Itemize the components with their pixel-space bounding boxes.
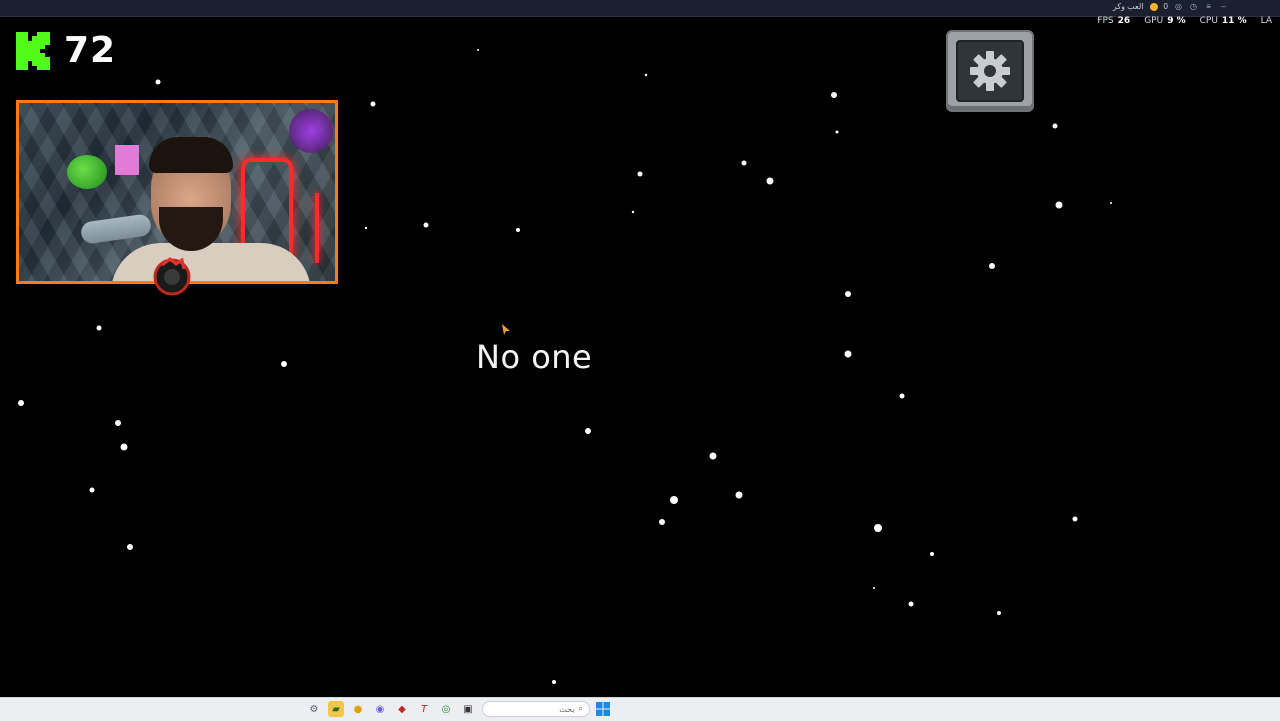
taskbar-icons: ⚙ ▰ ● ◉ ◆ T ◎ ▣: [306, 701, 476, 717]
gpu-value: 9 %: [1167, 16, 1186, 26]
star: [835, 130, 839, 134]
fps-stat: FPS 26: [1097, 16, 1130, 26]
star: [1110, 202, 1112, 204]
star: [281, 361, 287, 367]
star: [423, 222, 429, 228]
windows-start-icon[interactable]: [596, 702, 610, 716]
star: [899, 393, 905, 399]
webcam-badge-icon: [153, 257, 191, 296]
discord-icon[interactable]: ◉: [372, 701, 388, 717]
cpu-value: 11 %: [1221, 16, 1247, 26]
star: [766, 177, 774, 185]
star: [516, 228, 520, 232]
star: [637, 171, 643, 177]
game-icon[interactable]: ◆: [394, 701, 410, 717]
star: [930, 552, 934, 556]
text-icon[interactable]: T: [416, 701, 432, 717]
star: [127, 544, 133, 550]
cpu-stat: CPU 11 %: [1200, 16, 1247, 26]
star: [155, 79, 161, 85]
star: [96, 325, 102, 331]
star: [89, 487, 95, 493]
lag-stat: LA: [1261, 16, 1272, 26]
wall-poster: [115, 145, 139, 175]
streamer-body: [111, 243, 311, 281]
search-icon: ⌕: [578, 704, 583, 713]
coin-icon[interactable]: ●: [350, 701, 366, 717]
window-icon[interactable]: ▣: [460, 701, 476, 717]
gpu-stat: GPU 9 %: [1144, 16, 1185, 26]
star: [552, 680, 556, 684]
lag-label: LA: [1260, 16, 1272, 26]
star: [1072, 516, 1078, 522]
star: [585, 428, 591, 434]
star: [741, 160, 747, 166]
star: [1055, 201, 1063, 209]
star: [874, 524, 882, 532]
settings-button-face: [956, 40, 1024, 102]
search-placeholder: بحث: [559, 704, 575, 714]
neon-strip: [315, 193, 319, 263]
game-message: No one: [476, 338, 593, 376]
performance-stats: FPS 26 GPU 9 % CPU 11 % LA: [1097, 2, 1272, 26]
star: [120, 443, 128, 451]
mouse-cursor-icon: [502, 324, 510, 335]
star: [659, 519, 665, 525]
taskbar: ⚙ ▰ ● ◉ ◆ T ◎ ▣ بحث ⌕: [0, 697, 1280, 721]
star: [644, 73, 648, 77]
star: [18, 400, 24, 406]
kick-viewer-counter: 72: [16, 30, 116, 71]
system-overlay-bar: العب وكر 0 ◎ ◷ ≡ –: [0, 0, 1280, 17]
files-icon[interactable]: ▰: [328, 701, 344, 717]
star: [477, 49, 479, 51]
star: [844, 350, 852, 358]
gpu-label: GPU: [1144, 16, 1164, 26]
star: [709, 452, 717, 460]
star: [997, 611, 1001, 615]
taskbar-search[interactable]: بحث ⌕: [482, 701, 590, 717]
star: [115, 420, 121, 426]
viewer-count: 72: [64, 30, 117, 71]
plant: [67, 155, 107, 189]
gear-icon: [970, 51, 1010, 91]
settings-button[interactable]: [946, 30, 1034, 112]
star: [845, 291, 851, 297]
cpu-label: CPU: [1199, 16, 1218, 26]
star: [989, 263, 995, 269]
settings-icon[interactable]: ⚙: [306, 701, 322, 717]
star: [908, 601, 914, 607]
chrome-icon[interactable]: ◎: [438, 701, 454, 717]
star: [873, 587, 875, 589]
purple-light: [289, 109, 333, 153]
fps-value: 26: [1117, 16, 1131, 26]
star: [670, 496, 678, 504]
star: [735, 491, 743, 499]
star: [831, 92, 837, 98]
fps-label: FPS: [1097, 16, 1114, 26]
star: [1052, 123, 1058, 129]
streamer-hair: [149, 137, 233, 173]
star: [364, 226, 368, 230]
kick-logo-icon: [16, 31, 50, 70]
star: [370, 101, 376, 107]
star: [631, 210, 635, 214]
